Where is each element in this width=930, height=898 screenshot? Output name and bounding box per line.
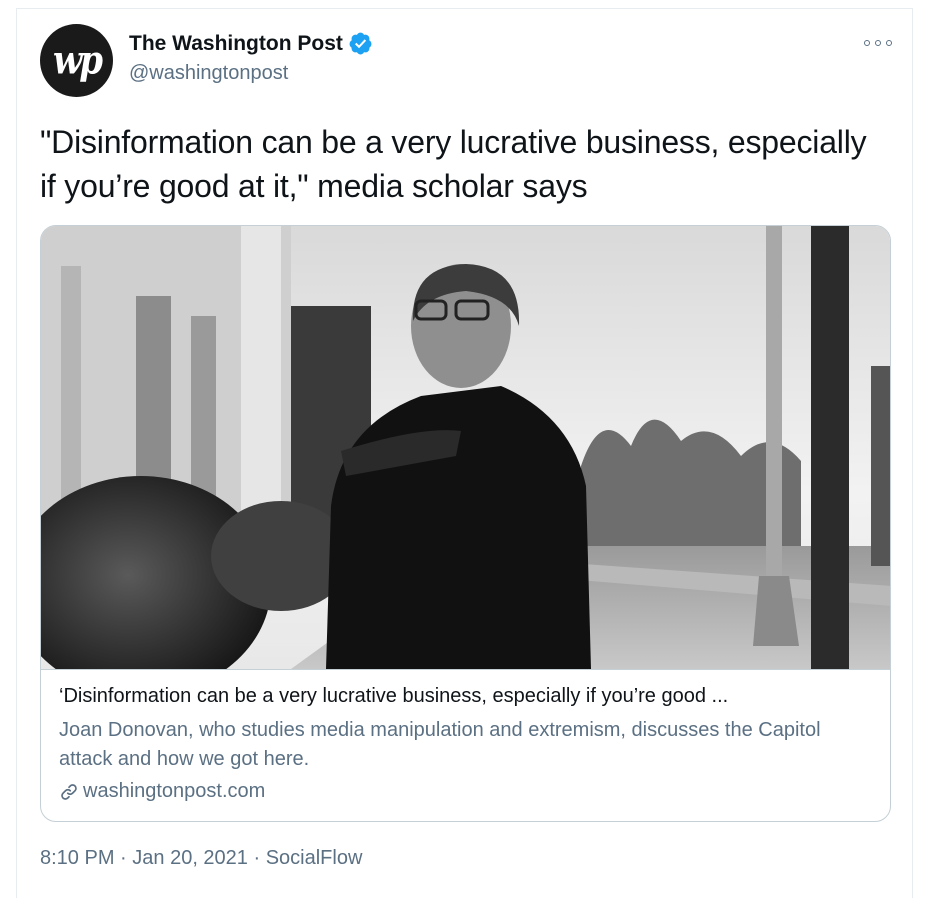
author-name[interactable]: The Washington Post: [129, 32, 343, 56]
meta-separator: ·: [114, 847, 133, 869]
more-dot: [864, 40, 870, 46]
tweet-source[interactable]: SocialFlow: [266, 847, 363, 869]
card-photo[interactable]: [41, 226, 891, 669]
tweet-time[interactable]: 8:10 PM: [40, 847, 114, 869]
more-dot: [875, 40, 881, 46]
avatar-logo-text: wp: [52, 37, 103, 84]
card-description: Joan Donovan, who studies media manipula…: [59, 719, 821, 770]
avatar[interactable]: wp: [40, 24, 113, 97]
more-dot: [886, 40, 892, 46]
link-icon: [61, 783, 77, 800]
author-name-row[interactable]: The Washington Post: [129, 31, 373, 56]
card-body[interactable]: ‘Disinformation can be a very lucrative …: [41, 669, 890, 821]
verified-badge-icon: [349, 32, 372, 55]
meta-separator: ·: [247, 847, 266, 869]
card-domain-link[interactable]: washingtonpost.com: [59, 780, 265, 803]
tweet-date[interactable]: Jan 20, 2021: [132, 847, 248, 869]
tweet-text: "Disinformation can be a very lucrative …: [40, 124, 867, 204]
author-handle[interactable]: @washingtonpost: [129, 62, 288, 85]
card-domain[interactable]: washingtonpost.com: [83, 780, 265, 803]
more-options-icon[interactable]: [864, 34, 892, 52]
card-title[interactable]: ‘Disinformation can be a very lucrative …: [59, 685, 879, 708]
link-preview-card[interactable]: ‘Disinformation can be a very lucrative …: [40, 225, 891, 822]
tweet-meta: 8:10 PM · Jan 20, 2021 · SocialFlow: [40, 847, 362, 870]
